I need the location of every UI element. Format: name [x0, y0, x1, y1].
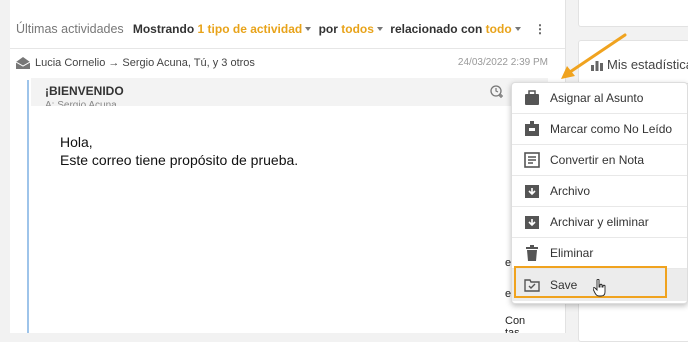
- activities-header: Últimas actividades Mostrando 1 tipo de …: [16, 20, 548, 40]
- menu-item-label: Asignar al Asunto: [550, 91, 644, 105]
- filter-related: relacionado con: [390, 22, 483, 36]
- filter-prefix: Mostrando: [132, 22, 195, 36]
- chevron-down-icon[interactable]: [376, 26, 383, 31]
- save-highlight: [514, 266, 667, 298]
- email-header: ¡BIENVENIDO A: Sergio Acuna: [31, 78, 548, 106]
- email-body: Hola, Este correo tiene propósito de pru…: [42, 106, 512, 333]
- email-subject: ¡BIENVENIDO: [45, 84, 124, 98]
- header-divider: [10, 48, 565, 49]
- menu-item-label: Convertir en Nota: [550, 153, 645, 167]
- archive-icon: [525, 185, 539, 198]
- chevron-down-icon[interactable]: [514, 26, 521, 31]
- mark-unread-icon: [525, 121, 539, 136]
- activity-item[interactable]: Lucia Cornelio → Sergio Acuna, Tú, y 3 o…: [16, 55, 548, 73]
- activity-participants: Lucia Cornelio → Sergio Acuna, Tú, y 3 o…: [35, 57, 255, 69]
- menu-item-mark-unread[interactable]: Marcar como No Leído: [512, 114, 687, 144]
- section-title: Últimas actividades: [16, 22, 124, 36]
- activity-filter: Mostrando 1 tipo de actividad por todos …: [133, 22, 546, 36]
- filter-por: por: [318, 22, 338, 36]
- clock-add-icon[interactable]: [490, 84, 504, 98]
- menu-item-archive-delete[interactable]: Archivar y eliminar: [512, 207, 687, 237]
- sidebar-card-top: [578, 0, 688, 27]
- menu-item-label: Archivar y eliminar: [550, 215, 649, 229]
- annotation-arrow: [561, 33, 627, 79]
- menu-item-label: Marcar como No Leído: [550, 122, 673, 136]
- partial-text: tas: [505, 327, 520, 333]
- menu-item-delete[interactable]: Eliminar: [512, 238, 687, 268]
- more-options-icon[interactable]: ⋮: [534, 22, 546, 36]
- briefcase-icon: [525, 90, 539, 105]
- menu-item-archive[interactable]: Archivo: [512, 176, 687, 206]
- filter-activity-type[interactable]: 1 tipo de actividad: [198, 22, 303, 36]
- activity-timestamp: 24/03/2022 2:39 PM: [457, 57, 548, 68]
- email-body-line: Este correo tiene propósito de prueba.: [60, 152, 299, 168]
- filter-related-value[interactable]: todo: [486, 22, 512, 36]
- menu-item-label: Archivo: [550, 184, 591, 198]
- trash-icon: [526, 245, 538, 261]
- note-icon: [524, 152, 540, 168]
- filter-por-value[interactable]: todos: [341, 22, 374, 36]
- hand-cursor-icon: [593, 279, 606, 297]
- partial-text: Con: [505, 315, 526, 327]
- menu-item-label: Eliminar: [550, 246, 594, 260]
- thread-line: [27, 80, 29, 333]
- envelope-open-icon: [16, 57, 30, 69]
- chevron-down-icon[interactable]: [305, 26, 312, 31]
- archive-delete-icon: [525, 216, 539, 229]
- menu-item-assign[interactable]: Asignar al Asunto: [512, 83, 687, 113]
- menu-item-convert-note[interactable]: Convertir en Nota: [512, 145, 687, 175]
- email-body-line: Hola,: [60, 134, 93, 150]
